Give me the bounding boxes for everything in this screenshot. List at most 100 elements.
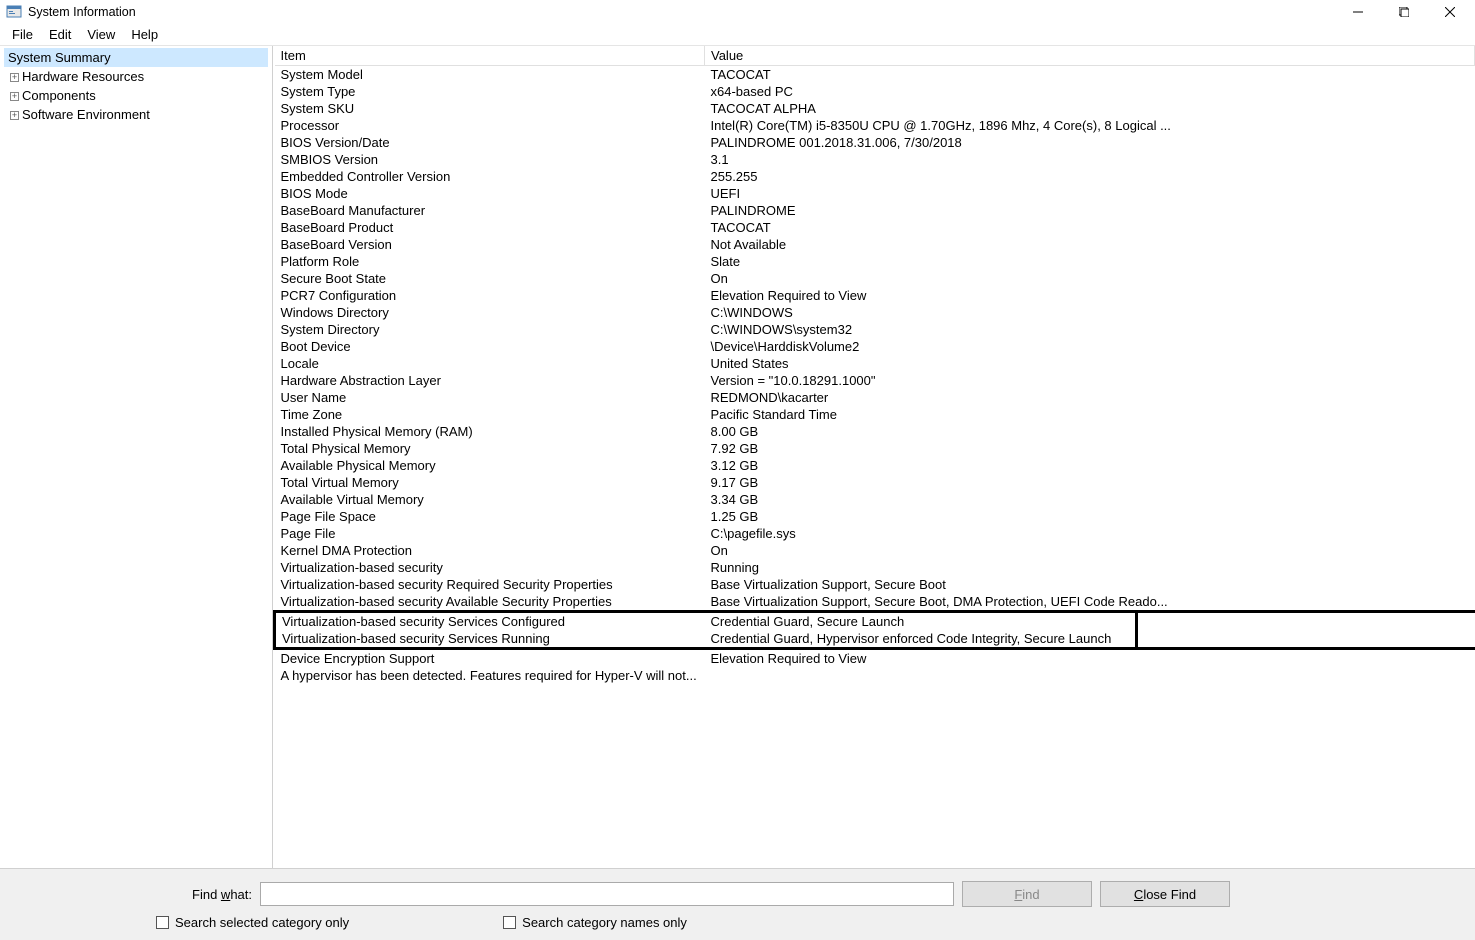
footer: Find what: Find Close Find Search select… — [0, 869, 1475, 940]
tree-root-item[interactable]: System Summary — [4, 48, 268, 67]
table-row[interactable]: System Typex64-based PC — [275, 83, 1475, 100]
table-row[interactable]: Kernel DMA ProtectionOn — [275, 542, 1475, 559]
table-row[interactable]: Secure Boot StateOn — [275, 270, 1475, 287]
tree-item[interactable]: +Software Environment — [4, 105, 268, 124]
cell-item: Available Virtual Memory — [275, 491, 705, 508]
cell-value: x64-based PC — [705, 83, 1475, 100]
minimize-button[interactable] — [1349, 3, 1367, 21]
cell-item: Boot Device — [275, 338, 705, 355]
tree-item[interactable]: +Hardware Resources — [4, 67, 268, 86]
cell-item: System Directory — [275, 321, 705, 338]
table-row[interactable]: Virtualization-based security Services C… — [275, 612, 1475, 631]
cell-value: United States — [705, 355, 1475, 372]
checkbox-icon[interactable] — [503, 916, 516, 929]
table-row[interactable]: User NameREDMOND\kacarter — [275, 389, 1475, 406]
cell-item: Windows Directory — [275, 304, 705, 321]
table-row[interactable]: BIOS ModeUEFI — [275, 185, 1475, 202]
cell-value: 8.00 GB — [705, 423, 1475, 440]
table-row[interactable]: System DirectoryC:\WINDOWS\system32 — [275, 321, 1475, 338]
table-row[interactable]: System ModelTACOCAT — [275, 66, 1475, 84]
find-button[interactable]: Find — [962, 881, 1092, 907]
menu-help[interactable]: Help — [123, 25, 166, 44]
cell-item: BaseBoard Manufacturer — [275, 202, 705, 219]
table-row[interactable]: Virtualization-based security Available … — [275, 593, 1475, 612]
table-row[interactable]: Page File Space1.25 GB — [275, 508, 1475, 525]
column-header-value[interactable]: Value — [705, 46, 1475, 66]
table-row[interactable]: Virtualization-based securityRunning — [275, 559, 1475, 576]
table-row[interactable]: Installed Physical Memory (RAM)8.00 GB — [275, 423, 1475, 440]
table-row[interactable]: BaseBoard ManufacturerPALINDROME — [275, 202, 1475, 219]
menu-edit[interactable]: Edit — [41, 25, 79, 44]
table-row[interactable]: Available Physical Memory3.12 GB — [275, 457, 1475, 474]
table-row[interactable]: Embedded Controller Version255.255 — [275, 168, 1475, 185]
table-row[interactable]: Available Virtual Memory3.34 GB — [275, 491, 1475, 508]
menu-file[interactable]: File — [4, 25, 41, 44]
cell-value: 7.92 GB — [705, 440, 1475, 457]
table-row[interactable]: Device Encryption SupportElevation Requi… — [275, 649, 1475, 668]
table-row[interactable]: Virtualization-based security Required S… — [275, 576, 1475, 593]
close-find-button[interactable]: Close Find — [1100, 881, 1230, 907]
cell-item: Virtualization-based security Available … — [275, 593, 705, 612]
table-row[interactable]: PCR7 ConfigurationElevation Required to … — [275, 287, 1475, 304]
cell-item: BaseBoard Version — [275, 236, 705, 253]
cell-value: PALINDROME 001.2018.31.006, 7/30/2018 — [705, 134, 1475, 151]
find-label: Find what: — [8, 887, 260, 902]
tree-item-label: Software Environment — [22, 107, 150, 122]
table-row[interactable]: BIOS Version/DatePALINDROME 001.2018.31.… — [275, 134, 1475, 151]
table-row[interactable]: ProcessorIntel(R) Core(TM) i5-8350U CPU … — [275, 117, 1475, 134]
cell-value: TACOCAT ALPHA — [705, 100, 1475, 117]
cell-value: C:\WINDOWS — [705, 304, 1475, 321]
detail-pane: Item Value System ModelTACOCATSystem Typ… — [273, 46, 1475, 868]
cell-item: Page File Space — [275, 508, 705, 525]
expander-icon[interactable]: + — [10, 73, 19, 82]
expander-icon[interactable]: + — [10, 92, 19, 101]
expander-icon[interactable]: + — [10, 111, 19, 120]
cell-item: PCR7 Configuration — [275, 287, 705, 304]
table-row[interactable]: Time ZonePacific Standard Time — [275, 406, 1475, 423]
column-header-item[interactable]: Item — [275, 46, 705, 66]
table-row[interactable]: BaseBoard ProductTACOCAT — [275, 219, 1475, 236]
cell-value: Credential Guard, Secure Launch — [705, 612, 1475, 631]
cell-value: On — [705, 270, 1475, 287]
menu-view[interactable]: View — [79, 25, 123, 44]
tree-item-label: Components — [22, 88, 96, 103]
find-input[interactable] — [260, 882, 954, 906]
cell-item: System SKU — [275, 100, 705, 117]
app-icon — [6, 4, 22, 20]
table-row[interactable]: Boot Device\Device\HarddiskVolume2 — [275, 338, 1475, 355]
table-row[interactable]: SMBIOS Version3.1 — [275, 151, 1475, 168]
cell-value: C:\WINDOWS\system32 — [705, 321, 1475, 338]
tree-item-label: Hardware Resources — [22, 69, 144, 84]
table-row[interactable]: Virtualization-based security Services R… — [275, 630, 1475, 649]
cell-item: Installed Physical Memory (RAM) — [275, 423, 705, 440]
table-row[interactable]: Total Physical Memory7.92 GB — [275, 440, 1475, 457]
checkbox-icon[interactable] — [156, 916, 169, 929]
maximize-button[interactable] — [1395, 3, 1413, 21]
cell-value — [705, 667, 1475, 684]
table-row[interactable]: A hypervisor has been detected. Features… — [275, 667, 1475, 684]
cell-item: Available Physical Memory — [275, 457, 705, 474]
close-button[interactable] — [1441, 3, 1459, 21]
table-row[interactable]: Hardware Abstraction LayerVersion = "10.… — [275, 372, 1475, 389]
table-row[interactable]: Page FileC:\pagefile.sys — [275, 525, 1475, 542]
cell-value: 3.12 GB — [705, 457, 1475, 474]
cell-item: Virtualization-based security Services R… — [275, 630, 705, 649]
table-row[interactable]: LocaleUnited States — [275, 355, 1475, 372]
table-row[interactable]: Total Virtual Memory9.17 GB — [275, 474, 1475, 491]
tree-pane[interactable]: System Summary +Hardware Resources+Compo… — [0, 46, 273, 868]
detail-scroll[interactable]: Item Value System ModelTACOCATSystem Typ… — [273, 46, 1475, 868]
table-row[interactable]: System SKUTACOCAT ALPHA — [275, 100, 1475, 117]
cell-item: Embedded Controller Version — [275, 168, 705, 185]
cell-value: Elevation Required to View — [705, 287, 1475, 304]
check-selected-category[interactable]: Search selected category only — [156, 915, 349, 930]
table-row[interactable]: Platform RoleSlate — [275, 253, 1475, 270]
cell-item: System Type — [275, 83, 705, 100]
cell-item: Device Encryption Support — [275, 649, 705, 668]
tree-item[interactable]: +Components — [4, 86, 268, 105]
cell-value: TACOCAT — [705, 219, 1475, 236]
table-row[interactable]: BaseBoard VersionNot Available — [275, 236, 1475, 253]
cell-item: Platform Role — [275, 253, 705, 270]
cell-item: Time Zone — [275, 406, 705, 423]
table-row[interactable]: Windows DirectoryC:\WINDOWS — [275, 304, 1475, 321]
check-category-names[interactable]: Search category names only — [503, 915, 687, 930]
